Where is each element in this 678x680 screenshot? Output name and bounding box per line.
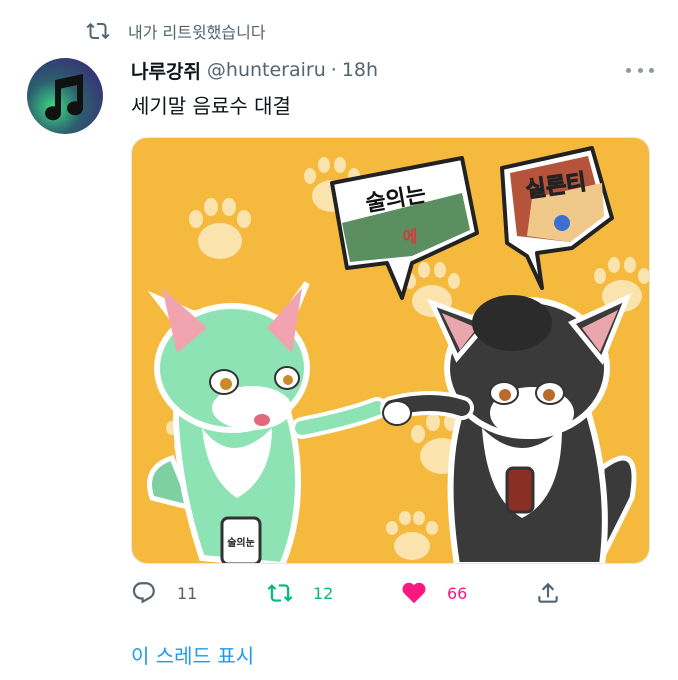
like-count: 66 [447,583,468,603]
separator: · [330,59,337,81]
tweet-image[interactable]: 술의는 에 실론티 술의눈 [131,137,650,564]
share-button[interactable] [535,577,561,609]
svg-text:에: 에 [403,227,418,246]
retweet-button[interactable]: 12 [267,577,333,609]
retweet-context[interactable]: 내가 리트윗했습니다 [86,18,266,44]
avatar[interactable] [27,58,103,134]
retweet-count: 12 [313,583,334,603]
heart-icon [402,582,426,604]
show-thread-link[interactable]: 이 스레드 표시 [131,640,254,669]
user-handle[interactable]: @hunterairu [207,59,326,81]
reply-button[interactable]: 11 [131,577,197,609]
illustration: 술의는 에 실론티 술의눈 [132,138,649,563]
share-icon [538,582,558,603]
more-icon[interactable] [626,58,654,82]
svg-text:술의눈: 술의눈 [227,536,255,549]
music-note-icon [27,58,103,134]
like-button[interactable]: 66 [401,577,467,609]
tweet-actions: 11 12 66 [131,577,571,609]
display-name[interactable]: 나루강쥐 [131,57,201,84]
timestamp[interactable]: 18h [342,59,378,81]
retweet-icon [86,22,110,40]
retweet-context-text: 내가 리트윗했습니다 [128,23,266,42]
tweet-header: 나루강쥐 @hunterairu · 18h [131,56,654,84]
tweet-text: 세기말 음료수 대결 [131,94,291,118]
reply-count: 11 [177,583,198,603]
retweet-icon [267,584,293,602]
reply-icon [132,582,155,604]
